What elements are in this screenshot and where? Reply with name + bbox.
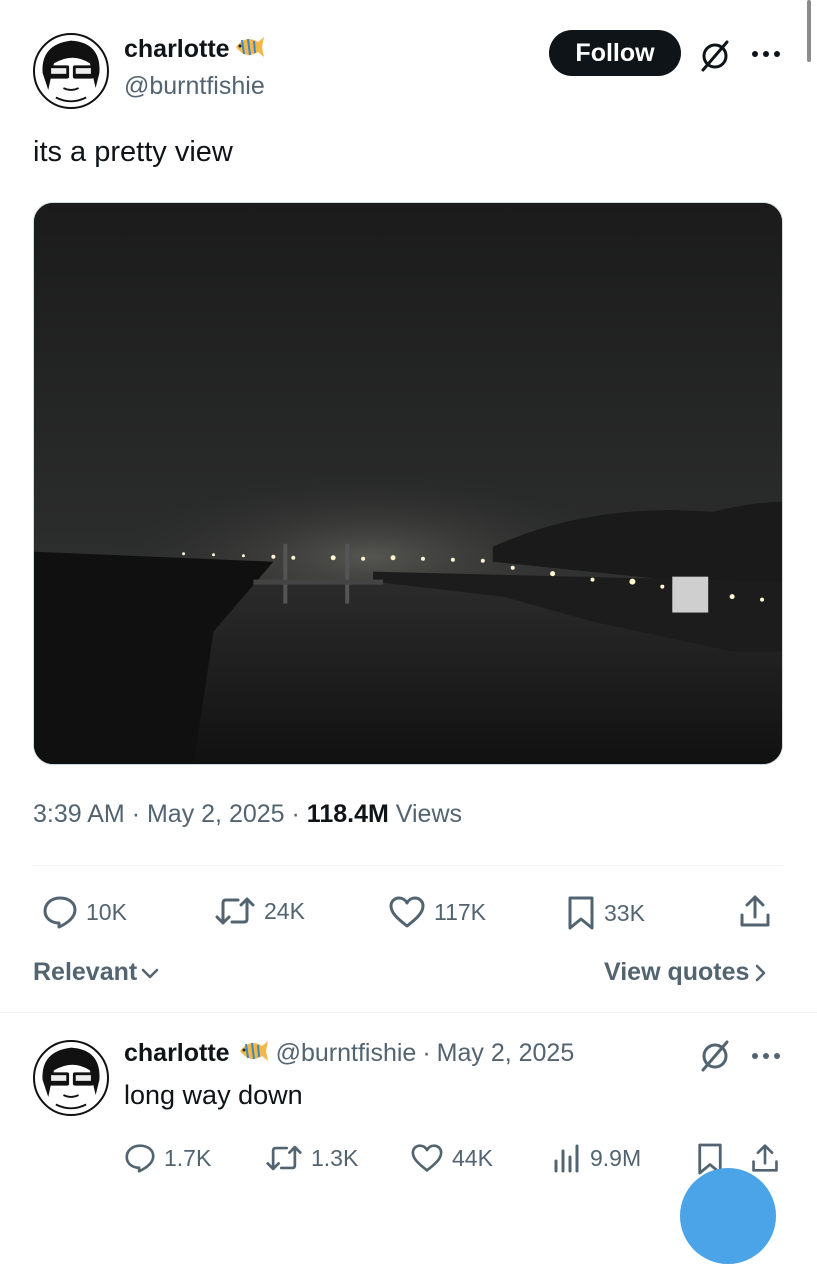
reply-button[interactable]: 10K <box>42 895 127 929</box>
repost-button[interactable]: 24K <box>214 895 305 927</box>
author-name-row[interactable]: charlotte <box>124 34 266 65</box>
repost-button[interactable]: 1.3K <box>265 1143 358 1173</box>
tweet-date[interactable]: May 2, 2025 <box>147 800 285 828</box>
grok-icon[interactable] <box>697 1038 733 1074</box>
chevron-right-icon <box>756 964 766 981</box>
views-count: 118.4M <box>306 800 389 828</box>
bookmark-count: 33K <box>604 899 645 926</box>
like-button[interactable]: 117K <box>388 895 486 929</box>
view-quotes-link[interactable]: View quotes <box>604 958 767 987</box>
analytics-button[interactable]: 9.9M <box>552 1143 641 1173</box>
repost-count: 1.3K <box>311 1144 359 1171</box>
reply-count: 10K <box>86 898 127 925</box>
tropical-fish-icon <box>236 1038 270 1069</box>
reply-author-name[interactable]: charlotte <box>124 1039 230 1068</box>
tweet-meta: 3:39 AM · May 2, 2025 · 118.4M Views <box>33 800 462 829</box>
share-icon <box>740 895 770 927</box>
author-name[interactable]: charlotte <box>124 35 230 64</box>
meta-separator: · <box>291 800 300 828</box>
bookmark-icon <box>568 896 594 930</box>
grok-icon[interactable] <box>697 38 733 74</box>
analytics-icon <box>554 1144 579 1173</box>
scrollbar[interactable] <box>807 0 811 62</box>
reply-icon <box>43 896 77 929</box>
divider <box>0 1012 817 1013</box>
reply-text: long way down <box>124 1080 303 1110</box>
view-quotes-label: View quotes <box>604 958 750 986</box>
views-label: Views <box>395 800 463 828</box>
tweet-time[interactable]: 3:39 AM <box>33 800 125 828</box>
tweet-photo[interactable] <box>33 202 783 765</box>
reply-icon <box>125 1144 155 1173</box>
like-icon <box>389 896 425 928</box>
like-count: 44K <box>452 1144 493 1171</box>
like-count: 117K <box>434 898 487 925</box>
bookmark-button[interactable]: 33K <box>566 895 645 931</box>
more-icon[interactable] <box>748 1042 784 1070</box>
meta-separator: · <box>422 1039 431 1067</box>
more-icon[interactable] <box>748 40 784 68</box>
reply-button[interactable]: 1.7K <box>124 1143 211 1173</box>
repost-count: 24K <box>264 897 305 924</box>
share-button[interactable] <box>738 893 772 929</box>
meta-separator: · <box>131 800 141 828</box>
share-button[interactable] <box>750 1141 780 1175</box>
tropical-fish-icon <box>232 34 266 65</box>
sort-relevant-button[interactable]: Relevant <box>33 958 159 987</box>
reply-avatar[interactable] <box>33 1040 109 1116</box>
reply-author-handle[interactable]: @burntfishie <box>276 1039 417 1068</box>
like-icon <box>411 1144 443 1172</box>
reply-header: charlotte @burntfishie · May 2, 2025 <box>124 1038 574 1069</box>
author-handle[interactable]: @burntfishie <box>124 72 265 101</box>
divider <box>33 865 783 866</box>
chevron-down-icon <box>141 968 159 978</box>
avatar[interactable] <box>33 33 109 109</box>
follow-button[interactable]: Follow <box>549 30 681 76</box>
repost-icon <box>215 897 255 925</box>
views-count: 9.9M <box>590 1144 642 1171</box>
reply-count: 1.7K <box>164 1144 212 1171</box>
share-icon <box>752 1144 778 1172</box>
sort-relevant-label: Relevant <box>33 958 138 986</box>
reply-date[interactable]: May 2, 2025 <box>437 1039 575 1068</box>
compose-button[interactable] <box>680 1168 776 1264</box>
repost-icon <box>266 1145 302 1171</box>
tweet-text: its a pretty view <box>33 136 233 168</box>
like-button[interactable]: 44K <box>410 1143 493 1173</box>
